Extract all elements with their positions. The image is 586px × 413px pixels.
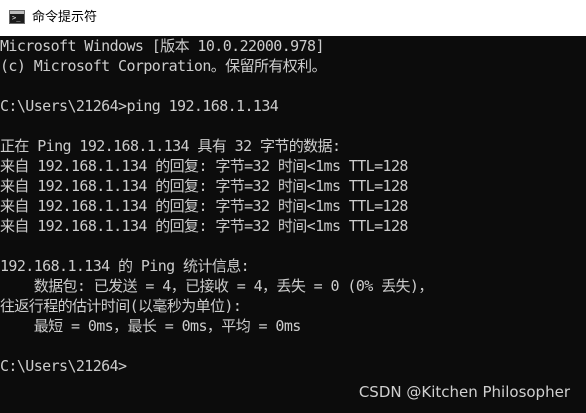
console-line: 最短 = 0ms，最长 = 0ms，平均 = 0ms <box>0 317 302 335</box>
console-line: 正在 Ping 192.168.1.134 具有 32 字节的数据: <box>0 137 341 155</box>
watermark-text: CSDN @Kitchen Philosopher <box>358 383 570 401</box>
cmd-icon-glyph: >_ <box>12 14 21 22</box>
console-line: 来自 192.168.1.134 的回复: 字节=32 时间<1ms TTL=1… <box>0 157 408 175</box>
window-title: 命令提示符 <box>32 10 98 25</box>
console-line: 数据包: 已发送 = 4，已接收 = 4，丢失 = 0 (0% 丢失)， <box>0 277 434 295</box>
title-bar[interactable]: >_ 命令提示符 <box>0 0 586 36</box>
console-line: C:\Users\21264>ping 192.168.1.134 <box>0 97 279 115</box>
command-prompt-window: >_ 命令提示符 Microsoft Windows [版本 10.0.2200… <box>0 0 586 413</box>
console-output[interactable]: Microsoft Windows [版本 10.0.22000.978] (c… <box>0 36 586 413</box>
console-line: 来自 192.168.1.134 的回复: 字节=32 时间<1ms TTL=1… <box>0 177 408 195</box>
console-line: 192.168.1.134 的 Ping 统计信息: <box>0 257 250 275</box>
console-line: 来自 192.168.1.134 的回复: 字节=32 时间<1ms TTL=1… <box>0 217 408 235</box>
command-prompt-line[interactable]: C:\Users\21264> <box>0 356 127 376</box>
console-line: 往返行程的估计时间(以毫秒为单位): <box>0 297 242 315</box>
console-line: (c) Microsoft Corporation。保留所有权利。 <box>0 57 327 75</box>
console-line: 来自 192.168.1.134 的回复: 字节=32 时间<1ms TTL=1… <box>0 197 408 215</box>
console-line: Microsoft Windows [版本 10.0.22000.978] <box>0 37 324 55</box>
cmd-terminal-icon: >_ <box>9 10 25 24</box>
